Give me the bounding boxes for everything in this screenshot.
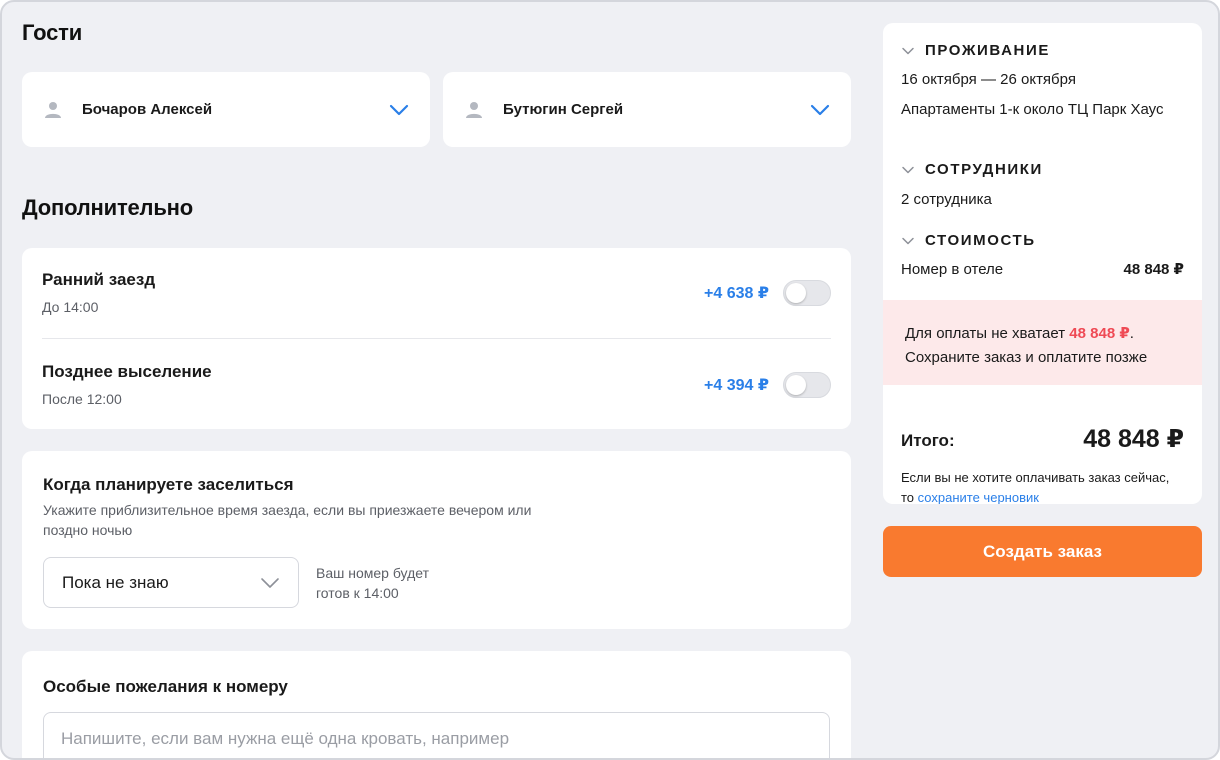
warning-amount: 48 848 ₽ [1069, 325, 1130, 342]
guests-title: Гости [22, 20, 83, 45]
person-icon [466, 101, 482, 118]
warning-line2: Сохраните заказ и оплатите позже [905, 349, 1148, 366]
warning-punct: . [1129, 325, 1134, 342]
stay-label: ПРОЖИВАНИЕ [925, 42, 1050, 59]
option-subtitle: До 14:00 [42, 299, 99, 315]
late-checkout-toggle[interactable] [783, 371, 831, 398]
warning-text: Для оплаты не хватает [905, 325, 1070, 342]
checkout-page: Гости Бочаров Алексей Бутюгин Сергей Доп… [0, 0, 1220, 760]
wishes-title: Особые пожелания к номеру [43, 677, 288, 696]
cost-label: СТОИМОСТЬ [925, 232, 1036, 249]
save-draft-link[interactable]: сохраните черновик [918, 490, 1039, 504]
cost-item-value: 48 848 ₽ [1123, 261, 1184, 278]
cost-item-label: Номер в отеле [901, 261, 1004, 278]
total-value: 48 848 ₽ [1083, 425, 1184, 453]
early-checkin-toggle[interactable] [783, 279, 831, 306]
stay-hotel: Апартаменты 1-к около ТЦ Парк Хаус [901, 101, 1164, 118]
checkin-time-value: Пока не знаю [62, 572, 169, 592]
payment-warning: Для оплаты не хватает 48 848 ₽. Сохранит… [883, 300, 1202, 385]
draft-note: Если вы не хотите оплачивать заказ сейча… [901, 468, 1171, 504]
option-early-checkin: Ранний заезд До 14:00 +4 638 ₽ [42, 270, 831, 315]
divider [42, 338, 831, 339]
option-title: Позднее выселение [42, 362, 212, 381]
extras-card: Ранний заезд До 14:00 +4 638 ₽ Позднее в… [22, 248, 851, 429]
wishes-card: Особые пожелания к номеру [22, 651, 851, 758]
guest-name: Бутюгин Сергей [503, 101, 624, 118]
checkin-time-select[interactable]: Пока не знаю [43, 557, 299, 608]
option-late-checkout: Позднее выселение После 12:00 +4 394 ₽ [42, 362, 831, 407]
checkin-card: Когда планируете заселиться Укажите приб… [22, 451, 851, 629]
option-price: +4 394 ₽ [704, 376, 769, 394]
staff-label: СОТРУДНИКИ [925, 161, 1043, 178]
checkin-hint: Ваш номер будет готов к 14:00 [316, 565, 429, 601]
staff-section-toggle[interactable]: СОТРУДНИКИ [901, 161, 1043, 178]
order-summary: ПРОЖИВАНИЕ 16 октября — 26 октября Апарт… [883, 23, 1202, 504]
guest-selector-1[interactable]: Бочаров Алексей [22, 72, 430, 147]
option-price: +4 638 ₽ [704, 284, 769, 302]
wishes-input[interactable] [43, 712, 830, 758]
option-subtitle: После 12:00 [42, 391, 122, 407]
stay-section-toggle[interactable]: ПРОЖИВАНИЕ [901, 42, 1050, 59]
cost-section-toggle[interactable]: СТОИМОСТЬ [901, 232, 1036, 249]
checkin-description: Укажите приблизительное время заезда, ес… [43, 502, 532, 538]
guest-selector-2[interactable]: Бутюгин Сергей [443, 72, 851, 147]
guest-name: Бочаров Алексей [82, 101, 213, 118]
chevron-down-icon [902, 237, 914, 244]
total-label: Итого: [901, 431, 955, 450]
create-order-button[interactable]: Создать заказ [883, 526, 1202, 577]
chevron-down-icon [902, 166, 914, 173]
chevron-down-icon[interactable] [388, 99, 410, 121]
stay-dates: 16 октября — 26 октября [901, 71, 1076, 88]
chevron-down-icon [261, 577, 279, 588]
chevron-down-icon[interactable] [809, 99, 831, 121]
option-title: Ранний заезд [42, 270, 156, 289]
chevron-down-icon [902, 47, 914, 54]
person-icon [45, 101, 61, 118]
checkin-title: Когда планируете заселиться [43, 475, 294, 494]
extras-title: Дополнительно [22, 195, 193, 220]
staff-count: 2 сотрудника [901, 191, 992, 208]
